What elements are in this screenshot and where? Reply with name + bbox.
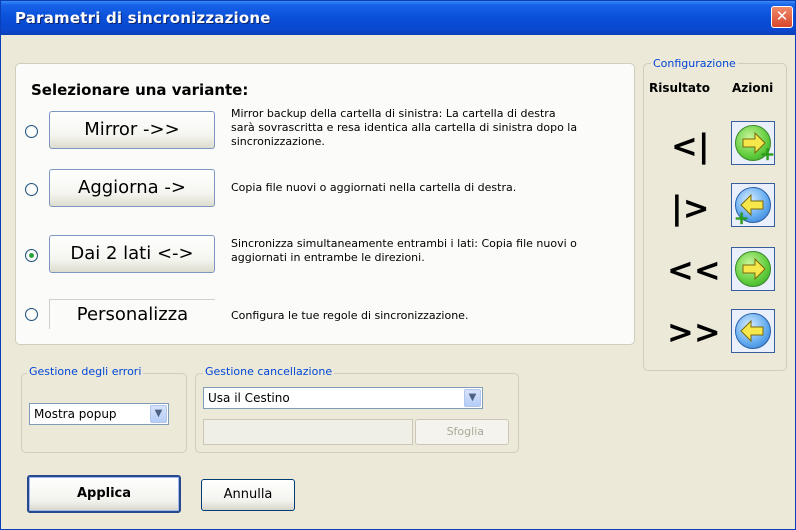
personalizza-description: Configura le tue regole di sincronizzazi…: [231, 309, 611, 323]
mirror-description: Mirror backup della cartella di sinistra…: [231, 107, 611, 149]
dai-2-lati-description: Sincronizza simultaneamente entrambi i l…: [231, 237, 611, 265]
mirror-button[interactable]: Mirror ->>: [49, 111, 215, 149]
aggiorna-description: Copia file nuovi o aggiornati nella cart…: [231, 181, 611, 195]
action-button-1[interactable]: +: [731, 121, 775, 165]
aggiorna-button[interactable]: Aggiorna ->: [49, 169, 215, 207]
description-line: Mirror backup della cartella di sinistra…: [231, 107, 556, 120]
action-button-4[interactable]: [731, 309, 775, 353]
cancellazione-legend: Gestione cancellazione: [203, 365, 335, 378]
description-line: Configura le tue regole di sincronizzazi…: [231, 309, 469, 322]
variants-heading: Selezionare una variante:: [31, 81, 249, 99]
window-title: Parametri di sincronizzazione: [15, 9, 271, 27]
close-button[interactable]: ✕: [771, 6, 793, 28]
errori-dropdown[interactable]: Mostra popup ▼: [29, 403, 169, 425]
description-line: sincronizzazione.: [231, 135, 325, 148]
actions-column-header: Azioni: [732, 81, 774, 95]
close-x-icon: ✕: [775, 7, 789, 25]
description-line: Copia file nuovi o aggiornati nella cart…: [231, 181, 517, 194]
personalizza-button[interactable]: Personalizza: [49, 299, 215, 329]
result-symbol: <|: [671, 127, 710, 165]
chevron-down-icon[interactable]: ▼: [150, 405, 167, 423]
green-arrow-right-icon: [735, 251, 771, 287]
chevron-down-icon[interactable]: ▼: [464, 389, 481, 407]
description-line: aggiornati in entrambe le direzioni.: [231, 251, 425, 264]
errori-legend: Gestione degli errori: [27, 365, 144, 378]
cancel-button[interactable]: Annulla: [201, 479, 295, 511]
result-symbol: |>: [671, 189, 710, 227]
cancellazione-dropdown[interactable]: Usa il Cestino ▼: [203, 387, 483, 409]
apply-button[interactable]: Applica: [27, 475, 181, 513]
description-line: Sincronizza simultaneamente entrambi i l…: [231, 237, 577, 250]
browse-button[interactable]: Sfoglia: [415, 419, 509, 445]
description-line: sarà sovrascritta e resa identica alla c…: [231, 121, 578, 134]
result-symbol: >>: [667, 313, 721, 351]
radio-aggiorna[interactable]: [25, 183, 38, 196]
action-button-2[interactable]: +: [731, 183, 775, 228]
cancellazione-selected: Usa il Cestino: [208, 391, 290, 405]
result-column-header: Risultato: [649, 81, 710, 95]
title-bar[interactable]: Parametri di sincronizzazione ✕: [1, 1, 795, 35]
errori-selected: Mostra popup: [34, 407, 117, 421]
dialog-window: Parametri di sincronizzazione ✕ Selezion…: [0, 0, 796, 530]
blue-arrow-left-icon: [735, 313, 771, 349]
radio-personalizza[interactable]: [25, 308, 38, 321]
configurazione-legend: Configurazione: [651, 57, 738, 70]
action-button-3[interactable]: [731, 247, 775, 291]
path-input[interactable]: [203, 419, 413, 445]
radio-dai-2-lati[interactable]: [25, 249, 38, 262]
radio-mirror[interactable]: [25, 125, 38, 138]
result-symbol: <<: [667, 251, 721, 289]
dai-2-lati-button[interactable]: Dai 2 lati <->: [49, 235, 215, 273]
